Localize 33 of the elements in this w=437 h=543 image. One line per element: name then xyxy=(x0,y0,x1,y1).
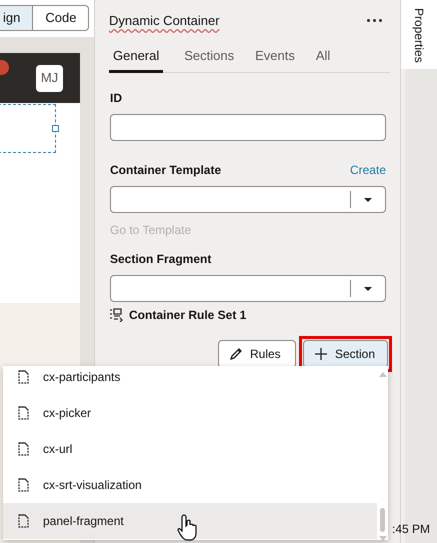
rule-list-icon xyxy=(109,308,123,322)
tab[interactable]: All xyxy=(316,46,330,73)
rule-set-name: Container Rule Set 1 xyxy=(129,307,246,324)
plus-icon xyxy=(314,347,328,361)
clock-time: :45 PM xyxy=(392,521,430,538)
document-icon xyxy=(18,478,29,492)
pencil-icon xyxy=(229,347,243,361)
tab[interactable]: General xyxy=(109,46,164,73)
document-icon xyxy=(18,370,29,384)
add-section-button[interactable]: Section xyxy=(303,340,388,368)
caret-icon xyxy=(364,198,372,202)
create-link[interactable]: Create xyxy=(350,161,386,179)
resize-handle[interactable] xyxy=(52,125,59,132)
select-field[interactable] xyxy=(110,275,386,302)
panel-title: Dynamic Container xyxy=(109,12,220,30)
document-icon xyxy=(18,514,29,528)
document-icon xyxy=(18,406,29,420)
dropdown-item[interactable]: panel-fragment xyxy=(3,503,377,539)
dropdown-item[interactable]: cx-participants xyxy=(3,366,377,395)
go-to-template-link: Go to Template xyxy=(110,222,192,239)
text-field[interactable] xyxy=(110,114,386,141)
rules-button[interactable]: Rules xyxy=(218,340,296,368)
tab[interactable]: Sections xyxy=(184,46,234,73)
view-toggle-button[interactable]: ign xyxy=(0,5,34,31)
user-avatar[interactable]: MJ xyxy=(36,64,63,92)
field-label: Section Fragment xyxy=(110,251,212,268)
field-label: Container Template xyxy=(110,162,222,179)
select-field[interactable] xyxy=(110,186,386,213)
document-icon xyxy=(18,442,29,456)
view-toggle-button[interactable]: Code xyxy=(33,5,90,31)
caret-icon xyxy=(364,286,372,290)
field-label: ID xyxy=(110,90,122,107)
tab[interactable]: Events xyxy=(255,46,295,73)
